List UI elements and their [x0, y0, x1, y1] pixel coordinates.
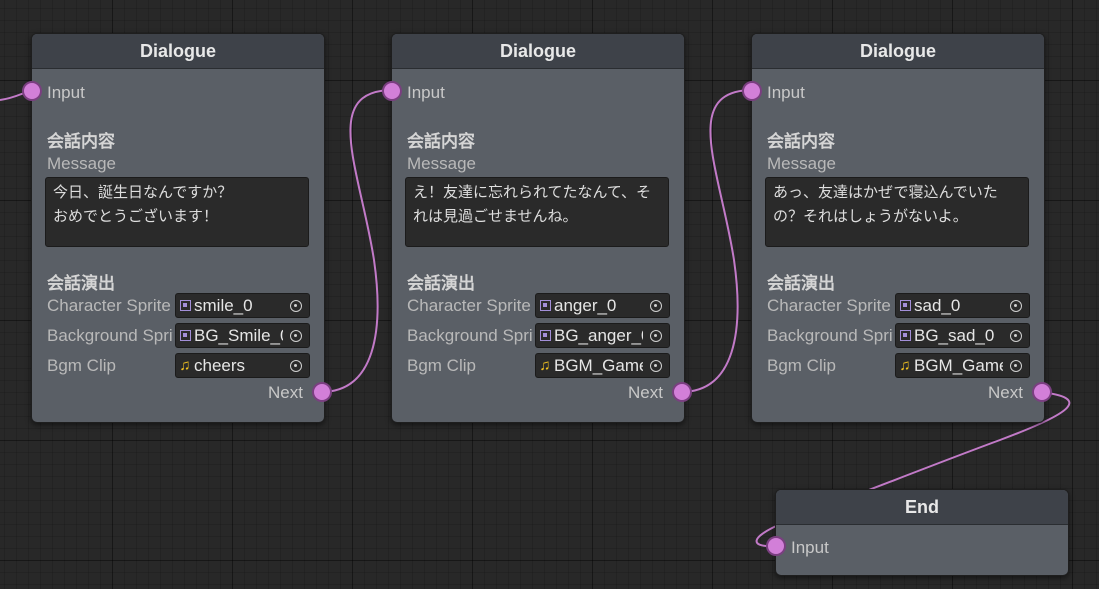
target-icon	[290, 329, 302, 342]
background-sprite-label: Background Sprite	[407, 326, 533, 345]
character-sprite-field[interactable]: smile_0	[175, 293, 310, 318]
dialogue-node-1[interactable]: Dialogue Input 会話内容 Message 今日、誕生日なんですか？…	[22, 33, 332, 423]
input-port-label: Input	[407, 83, 445, 102]
message-textarea[interactable]: あっ、友達はかぜで寝込んでいたの？それはしょうがないよ。	[765, 177, 1029, 247]
character-sprite-field[interactable]: anger_0	[535, 293, 670, 318]
sprite-icon	[536, 294, 554, 317]
next-port[interactable]	[672, 382, 692, 402]
character-sprite-value: smile_0	[194, 295, 253, 315]
effects-section-title: 会話演出	[767, 274, 835, 293]
bgm-clip-field[interactable]: ♫ cheers	[175, 353, 310, 378]
message-textarea[interactable]: 今日、誕生日なんですか？ おめでとうございます！	[45, 177, 309, 247]
target-icon	[1010, 329, 1022, 342]
object-picker-button[interactable]	[283, 294, 309, 317]
object-picker-button[interactable]	[643, 354, 669, 377]
background-sprite-field[interactable]: BG_sad_0	[895, 323, 1030, 348]
character-sprite-label: Character Sprite	[767, 296, 891, 315]
input-port-label: Input	[791, 538, 829, 557]
character-sprite-field[interactable]: sad_0	[895, 293, 1030, 318]
next-port[interactable]	[1032, 382, 1052, 402]
next-port-label: Next	[268, 383, 303, 402]
background-sprite-field[interactable]: BG_Smile_0	[175, 323, 310, 348]
bgm-clip-field[interactable]: ♫ BGM_Game	[535, 353, 670, 378]
message-section-title: 会話内容	[767, 132, 835, 151]
input-port[interactable]	[22, 81, 42, 101]
effects-section-title: 会話演出	[47, 274, 115, 293]
bgm-clip-field[interactable]: ♫ BGM_Game	[895, 353, 1030, 378]
background-sprite-label: Background Sprite	[767, 326, 893, 345]
node-title[interactable]: Dialogue	[32, 34, 324, 69]
object-picker-button[interactable]	[643, 324, 669, 347]
object-picker-button[interactable]	[283, 354, 309, 377]
node-title[interactable]: End	[776, 490, 1068, 525]
effects-section-title: 会話演出	[407, 274, 475, 293]
message-section-title: 会話内容	[407, 132, 475, 151]
character-sprite-value: anger_0	[554, 295, 617, 315]
bgm-clip-value: BGM_Game	[554, 355, 643, 375]
next-port-label: Next	[628, 383, 663, 402]
target-icon	[290, 299, 302, 312]
target-icon	[290, 359, 302, 372]
target-icon	[650, 329, 662, 342]
end-node[interactable]: End Input	[766, 489, 1069, 576]
next-port[interactable]	[312, 382, 332, 402]
target-icon	[1010, 299, 1022, 312]
audio-clip-icon: ♫	[179, 357, 191, 374]
bgm-clip-value: BGM_Game	[914, 355, 1003, 375]
input-port-label: Input	[767, 83, 805, 102]
object-picker-button[interactable]	[283, 324, 309, 347]
background-sprite-label: Background Sprite	[47, 326, 173, 345]
input-port[interactable]	[742, 81, 762, 101]
character-sprite-value: sad_0	[914, 295, 961, 315]
next-port-label: Next	[988, 383, 1023, 402]
input-port[interactable]	[382, 81, 402, 101]
background-sprite-value: BG_anger_0	[554, 325, 643, 345]
object-picker-button[interactable]	[1003, 324, 1029, 347]
bgm-clip-label: Bgm Clip	[767, 356, 836, 375]
message-label: Message	[407, 154, 476, 173]
target-icon	[650, 299, 662, 312]
wire-dialogue-1-to-dialogue-2[interactable]	[320, 89, 394, 393]
audio-clip-icon: ♫	[899, 357, 911, 374]
sprite-icon	[896, 294, 914, 317]
input-port-label: Input	[47, 83, 85, 102]
object-picker-button[interactable]	[643, 294, 669, 317]
background-sprite-value: BG_sad_0	[914, 325, 995, 345]
dialogue-node-2[interactable]: Dialogue Input 会話内容 Message え！友達に忘れられてたな…	[382, 33, 692, 423]
object-picker-button[interactable]	[1003, 354, 1029, 377]
target-icon	[650, 359, 662, 372]
sprite-icon	[176, 324, 194, 347]
wire-dialogue-2-to-dialogue-3[interactable]	[680, 89, 754, 393]
dialogue-node-3[interactable]: Dialogue Input 会話内容 Message あっ、友達はかぜで寝込ん…	[742, 33, 1052, 423]
sprite-icon	[536, 324, 554, 347]
character-sprite-label: Character Sprite	[407, 296, 531, 315]
message-label: Message	[767, 154, 836, 173]
bgm-clip-label: Bgm Clip	[47, 356, 116, 375]
bgm-clip-label: Bgm Clip	[407, 356, 476, 375]
message-section-title: 会話内容	[47, 132, 115, 151]
node-title[interactable]: Dialogue	[752, 34, 1044, 69]
sprite-icon	[896, 324, 914, 347]
background-sprite-field[interactable]: BG_anger_0	[535, 323, 670, 348]
object-picker-button[interactable]	[1003, 294, 1029, 317]
bgm-clip-value: cheers	[194, 355, 246, 375]
sprite-icon	[176, 294, 194, 317]
message-textarea[interactable]: え！友達に忘れられてたなんて、それは見過ごせませんね。	[405, 177, 669, 247]
target-icon	[1010, 359, 1022, 372]
character-sprite-label: Character Sprite	[47, 296, 171, 315]
background-sprite-value: BG_Smile_0	[194, 325, 283, 345]
audio-clip-icon: ♫	[539, 357, 551, 374]
message-label: Message	[47, 154, 116, 173]
node-title[interactable]: Dialogue	[392, 34, 684, 69]
input-port[interactable]	[766, 536, 786, 556]
